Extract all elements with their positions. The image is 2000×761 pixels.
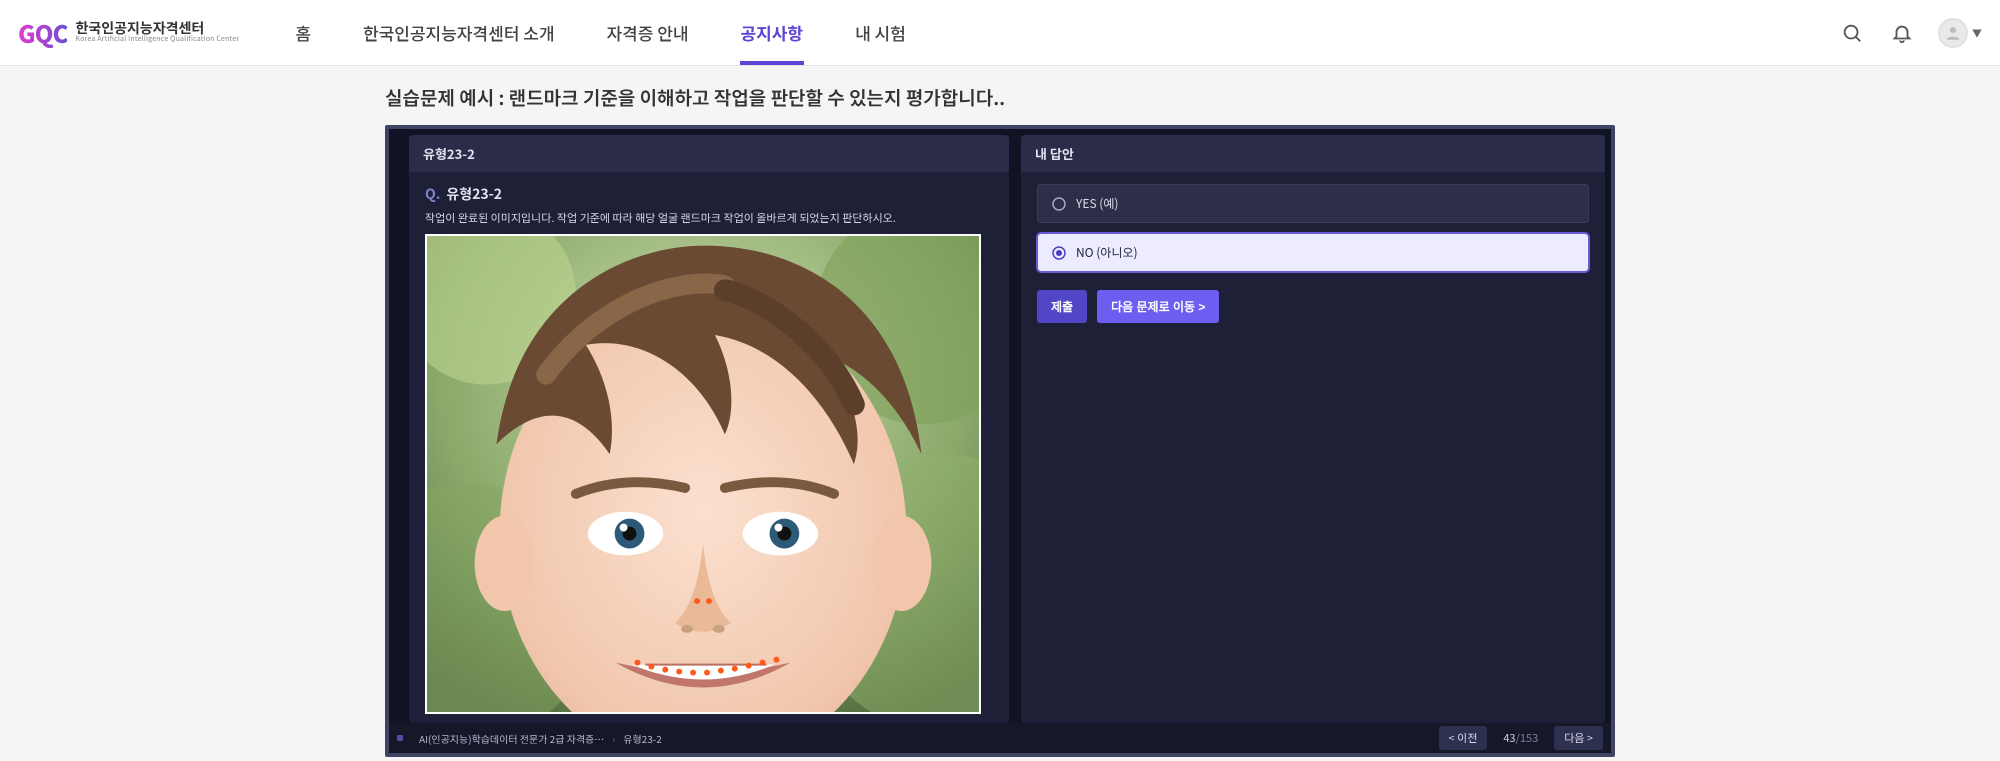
logo-text: 한국인공지능자격센터 Korea Artificial Intelligence…: [75, 21, 239, 44]
option-label: NO (아니오): [1076, 244, 1138, 261]
option-label: YES (예): [1076, 195, 1118, 212]
topbar-right: ▼: [1838, 18, 1982, 48]
answer-pane-header: 내 답안: [1021, 135, 1605, 172]
question-pane-header: 유형23-2: [409, 135, 1009, 172]
page-title: 실습문제 예시 : 랜드마크 기준을 이해하고 작업을 판단할 수 있는지 평가…: [385, 84, 1615, 111]
breadcrumb: AI(인공지능)학습데이터 전문가 2급 자격증… › 유형23-2: [419, 731, 662, 746]
caret-down-icon: ▼: [1972, 25, 1982, 40]
tab-notice[interactable]: 공지사항: [715, 0, 830, 65]
tab-cert[interactable]: 자격증 안내: [580, 0, 714, 65]
tab-myexam[interactable]: 내 시험: [829, 0, 932, 65]
site-logo[interactable]: GQC 한국인공지능자격센터 Korea Artificial Intellig…: [18, 15, 239, 50]
radio-icon: [1052, 197, 1066, 211]
breadcrumb-item[interactable]: 유형23-2: [623, 731, 662, 746]
submit-button[interactable]: 제출: [1037, 290, 1087, 323]
top-navbar: GQC 한국인공지능자격센터 Korea Artificial Intellig…: [0, 0, 2000, 66]
main-tabs: 홈 한국인공지능자격센터 소개 자격증 안내 공지사항 내 시험: [269, 0, 932, 65]
question-pane: 유형23-2 Q. 유형23-2 작업이 완료된 이미지입니다. 작업 기준에 …: [409, 135, 1009, 723]
question-description: 작업이 완료된 이미지입니다. 작업 기준에 따라 해당 얼굴 랜드마크 작업이…: [425, 210, 993, 226]
search-icon[interactable]: [1838, 19, 1866, 47]
tab-home[interactable]: 홈: [269, 0, 337, 65]
exam-footer: AI(인공지능)학습데이터 전문가 2급 자격증… › 유형23-2 < 이전 …: [389, 723, 1611, 753]
prev-button[interactable]: < 이전: [1439, 726, 1488, 750]
option-no[interactable]: NO (아니오): [1037, 233, 1589, 272]
page-content: 실습문제 예시 : 랜드마크 기준을 이해하고 작업을 판단할 수 있는지 평가…: [0, 66, 2000, 757]
option-yes[interactable]: YES (예): [1037, 184, 1589, 223]
tab-about[interactable]: 한국인공지능자격센터 소개: [337, 0, 581, 65]
question-title: Q. 유형23-2: [425, 184, 993, 204]
bell-icon[interactable]: [1888, 19, 1916, 47]
progress-indicator: 43/153: [1493, 730, 1548, 746]
next-button[interactable]: 다음 >: [1554, 726, 1603, 750]
footer-dot-icon: [397, 735, 403, 741]
question-image: [425, 234, 981, 714]
logo-icon: GQC: [18, 15, 67, 50]
answer-options: YES (예) NO (아니오): [1037, 184, 1589, 272]
user-avatar[interactable]: ▼: [1938, 18, 1982, 48]
avatar-icon: [1938, 18, 1968, 48]
radio-icon: [1052, 246, 1066, 260]
next-question-button[interactable]: 다음 문제로 이동 >: [1097, 290, 1219, 323]
breadcrumb-item[interactable]: AI(인공지능)학습데이터 전문가 2급 자격증…: [419, 731, 604, 746]
answer-pane: 내 답안 YES (예): [1021, 135, 1605, 723]
chevron-right-icon: ›: [612, 731, 615, 746]
exam-panel: 유형23-2 Q. 유형23-2 작업이 완료된 이미지입니다. 작업 기준에 …: [385, 125, 1615, 757]
